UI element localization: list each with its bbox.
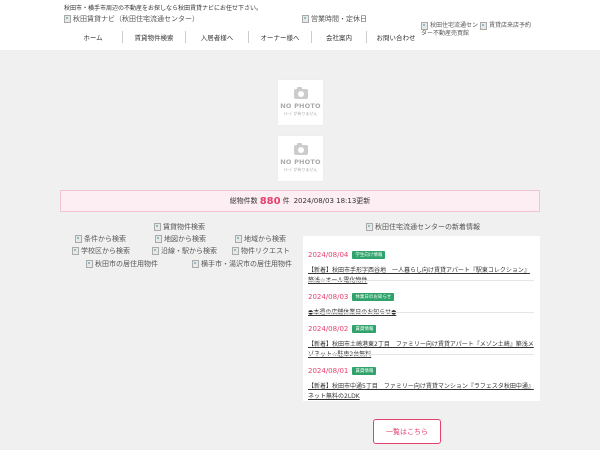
- camera-icon: [293, 86, 308, 99]
- search-link-label: 条件から検索: [84, 235, 126, 243]
- header-tagline: 秋田市・横手市周辺の不動産をお探しなら秋田賃貸ナビにお任せ下さい。: [64, 5, 263, 12]
- broken-image-icon: [366, 223, 373, 231]
- search-by-station-link[interactable]: 沿線・駅から検索: [152, 246, 217, 256]
- news-link[interactable]: 【新着】秋田市手形字西谷地 一人暮らし向け賃貸アパート『駅東コレクション』築浅☆…: [308, 266, 534, 286]
- news-link[interactable]: ●本週の店舗休業日のお知らせ●: [308, 308, 534, 318]
- news-heading-alt-text: 秋田住宅流通センターの新着情報: [375, 223, 480, 231]
- broken-image-icon: [72, 247, 79, 255]
- broken-image-icon: [75, 235, 82, 243]
- no-photo-sublabel: ｲﾒｰｼﾞが有りません: [283, 110, 318, 116]
- news-link[interactable]: 【新着】秋田市中通5丁目 ファミリー向け賃貸マンション『ラフェスタ秋田中通』ネッ…: [308, 382, 534, 402]
- property-request-link[interactable]: 物件リクエスト: [232, 246, 290, 256]
- broken-image-icon: [232, 247, 239, 255]
- hours-alt-text: 営業時間・定休日: [311, 15, 367, 23]
- broken-image-icon: [192, 260, 199, 268]
- sales-center-link[interactable]: 秋田住宅流通センター不動産売買館: [421, 22, 479, 38]
- news-category-badge: 賃貸情報: [352, 366, 377, 375]
- broken-image-icon: [480, 22, 487, 30]
- visit-reservation-link[interactable]: 賃貸店来店予約: [480, 22, 560, 30]
- nav-rental-search[interactable]: 賃貸物件検索: [123, 32, 185, 42]
- search-by-conditions-link[interactable]: 条件から検索: [75, 234, 126, 244]
- broken-image-icon: [155, 235, 162, 243]
- search-by-area-link[interactable]: 地域から検索: [235, 234, 286, 244]
- search-link-label: 学校区から検索: [81, 247, 130, 255]
- rental-search-alt-text: 賃貸物件検索: [163, 223, 205, 231]
- nav-owners[interactable]: オーナー様へ: [249, 32, 311, 42]
- view-all-news-button[interactable]: 一覧はこちら: [373, 419, 441, 444]
- akita-residential-link[interactable]: 秋田市の居住用物件: [86, 259, 158, 269]
- no-photo-label: NO PHOTO: [280, 101, 321, 110]
- broken-image-icon: [235, 235, 242, 243]
- nav-contact[interactable]: お問い合わせ: [367, 32, 425, 42]
- no-photo-placeholder: NO PHOTO ｲﾒｰｼﾞが有りません: [277, 79, 324, 126]
- news-date: 2024/08/01: [308, 366, 349, 375]
- nav-company[interactable]: 会社案内: [312, 32, 366, 42]
- nav-residents[interactable]: 入居者様へ: [186, 32, 248, 42]
- visit-reservation-alt-text: 賃貸店来店予約: [489, 22, 532, 29]
- search-link-label: 横手市・湯沢市の居住用物件: [201, 260, 292, 268]
- property-count-bar: 総物件数 880 件 2024/08/03 18:13更新: [60, 190, 540, 212]
- logo-alt-text: 秋田賃貸ナビ（秋田住宅流通センター）: [73, 15, 199, 23]
- sales-center-alt-text: 秋田住宅流通センター不動産売買館: [421, 22, 479, 37]
- no-photo-placeholder: NO PHOTO ｲﾒｰｼﾞが有りません: [277, 135, 324, 182]
- count-prefix: 総物件数: [229, 197, 258, 205]
- broken-image-icon: [64, 15, 71, 23]
- news-item: 2024/08/03休業日のお知らせ ●本週の店舗休業日のお知らせ●: [308, 286, 534, 318]
- yokote-yuzawa-residential-link[interactable]: 横手市・湯沢市の居住用物件: [192, 259, 292, 269]
- site-header: 秋田市・横手市周辺の不動産をお探しなら秋田賃貸ナビにお任せ下さい。 秋田賃貸ナビ…: [0, 0, 600, 50]
- news-date: 2024/08/03: [308, 292, 349, 301]
- news-divider: [308, 280, 534, 281]
- broken-image-icon: [86, 260, 93, 268]
- search-by-map-link[interactable]: 地図から検索: [155, 234, 206, 244]
- property-count: 880: [259, 195, 281, 207]
- news-list: 2024/08/04 学生向け情報 【新着】秋田市手形字西谷地 一人暮らし向け賃貸…: [303, 236, 540, 401]
- business-hours-image: 営業時間・定休日: [302, 14, 367, 24]
- news-heading: 秋田住宅流通センターの新着情報: [366, 222, 480, 232]
- news-date: 2024/08/04: [308, 250, 349, 259]
- search-by-school-district-link[interactable]: 学校区から検索: [72, 246, 130, 256]
- news-link[interactable]: 【新着】秋田市土崎港東2丁目 ファミリー向け賃貸アパート『メゾン土崎』築浅メゾネ…: [308, 340, 534, 360]
- search-link-label: 秋田市の居住用物件: [95, 260, 158, 268]
- broken-image-icon: [421, 22, 428, 30]
- no-photo-label: NO PHOTO: [280, 157, 321, 166]
- nav-home[interactable]: ホーム: [64, 32, 122, 42]
- global-nav: ホーム 賃貸物件検索 入居者様へ オーナー様へ 会社案内 お問い合わせ: [64, 29, 425, 45]
- news-item: 2024/08/01 賃貸情報 【新着】秋田市中通5丁目 ファミリー向け賃貸マンシ…: [308, 360, 534, 402]
- no-photo-sublabel: ｲﾒｰｼﾞが有りません: [283, 166, 318, 172]
- camera-icon: [293, 142, 308, 155]
- search-link-label: 地図から検索: [164, 235, 206, 243]
- broken-image-icon: [152, 247, 159, 255]
- rental-search-heading: 賃貸物件検索: [154, 222, 205, 232]
- search-link-label: 物件リクエスト: [241, 247, 290, 255]
- search-link-label: 地域から検索: [244, 235, 286, 243]
- news-category-badge: 学生向け情報: [352, 250, 386, 259]
- news-date: 2024/08/02: [308, 324, 349, 333]
- news-divider: [308, 312, 534, 313]
- search-link-label: 沿線・駅から検索: [161, 247, 217, 255]
- news-divider: [308, 354, 534, 355]
- broken-image-icon: [154, 223, 161, 231]
- updated-timestamp: 2024/08/03 18:13更新: [293, 197, 371, 205]
- count-suffix: 件: [282, 197, 290, 205]
- site-logo[interactable]: 秋田賃貸ナビ（秋田住宅流通センター）: [64, 14, 199, 24]
- broken-image-icon: [302, 15, 309, 23]
- news-category-badge: 休業日のお知らせ: [352, 292, 395, 301]
- news-category-badge: 賃貸情報: [352, 324, 377, 333]
